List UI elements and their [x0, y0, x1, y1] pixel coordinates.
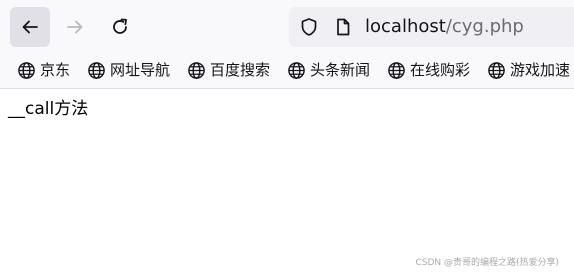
page-icon[interactable]: [332, 16, 354, 38]
watermark: CSDN @贵哥的编程之路(热爱分享): [415, 258, 559, 268]
bookmark-label: 京东: [40, 61, 71, 79]
globe-icon: [86, 60, 106, 80]
browser-window: localhost/cyg.php 京东 网址导航 百度搜索 头条新闻 在线购彩…: [0, 0, 574, 277]
url-host: localhost: [365, 16, 446, 37]
navigation-toolbar: localhost/cyg.php: [0, 0, 574, 52]
back-button[interactable]: [10, 7, 50, 47]
globe-icon: [386, 60, 406, 80]
bookmark-label: 网址导航: [110, 61, 171, 79]
back-arrow-icon: [22, 20, 38, 34]
bookmark-nav[interactable]: 网址导航: [86, 59, 170, 81]
bookmark-label: 百度搜索: [210, 61, 271, 79]
bookmarks-toolbar: 京东 网址导航 百度搜索 头条新闻 在线购彩 游戏加速: [0, 52, 574, 89]
globe-icon: [16, 60, 36, 80]
bookmark-lottery[interactable]: 在线购彩: [386, 59, 470, 81]
bookmark-label: 在线购彩: [410, 61, 471, 79]
forward-button[interactable]: [55, 7, 95, 47]
reload-button[interactable]: [100, 7, 140, 47]
bookmark-jd[interactable]: 京东: [16, 59, 70, 81]
url-text[interactable]: localhost/cyg.php: [365, 16, 524, 38]
globe-icon: [486, 60, 506, 80]
page-content-text: __call方法: [8, 99, 89, 119]
bookmark-news[interactable]: 头条新闻: [286, 59, 370, 81]
bookmark-game[interactable]: 游戏加速: [486, 59, 570, 81]
bookmark-baidu[interactable]: 百度搜索: [186, 59, 270, 81]
address-bar[interactable]: localhost/cyg.php: [289, 7, 574, 47]
reload-icon: [113, 18, 127, 34]
globe-icon: [286, 60, 306, 80]
bookmark-label: 游戏加速: [510, 61, 571, 79]
url-path: /cyg.php: [445, 16, 524, 37]
bookmark-label: 头条新闻: [310, 61, 371, 79]
forward-arrow-icon: [67, 20, 83, 34]
shield-icon[interactable]: [298, 16, 320, 38]
globe-icon: [186, 60, 206, 80]
